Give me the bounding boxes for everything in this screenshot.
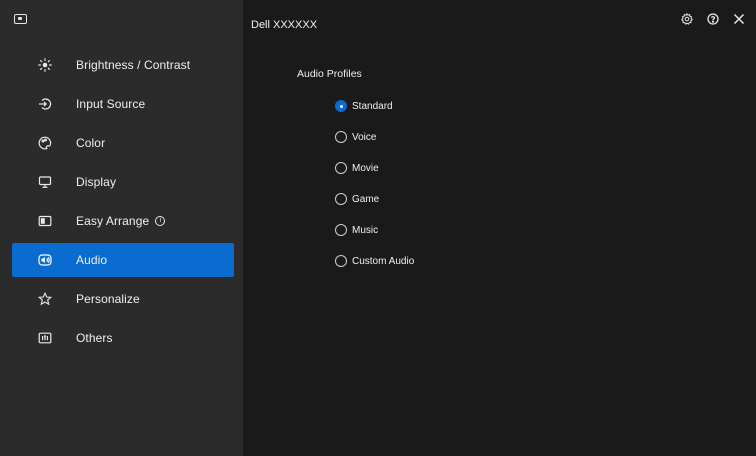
sidebar-item-input-source[interactable]: Input Source: [12, 87, 234, 121]
sidebar-item-label: Others: [76, 331, 113, 345]
radio-label: Music: [352, 224, 379, 236]
sidebar-item-brightness-contrast[interactable]: Brightness / Contrast: [12, 48, 234, 82]
radio-option-custom-audio[interactable]: Custom Audio: [335, 253, 414, 269]
sidebar-item-display[interactable]: Display: [12, 165, 234, 199]
radio-option-standard[interactable]: Standard: [335, 98, 414, 114]
easy-arrange-icon: [38, 214, 52, 228]
radio-button[interactable]: [335, 162, 347, 174]
sidebar-item-audio[interactable]: Audio: [12, 243, 234, 277]
radio-button[interactable]: [335, 100, 347, 112]
sidebar-item-label: Audio: [76, 253, 108, 267]
radio-label: Voice: [352, 131, 377, 143]
window-controls: [680, 12, 746, 26]
display-monitor-icon: [38, 175, 52, 189]
sidebar-item-label: Color: [76, 136, 106, 150]
others-icon: [38, 331, 52, 345]
radio-label: Game: [352, 193, 380, 205]
radio-label: Custom Audio: [352, 255, 415, 267]
radio-button[interactable]: [335, 131, 347, 143]
audio-profiles-label: Audio Profiles: [297, 68, 362, 80]
sidebar-header: [0, 0, 243, 38]
close-icon[interactable]: [732, 12, 746, 26]
window-title: Dell XXXXXX: [251, 19, 318, 31]
settings-gear-icon[interactable]: [680, 12, 694, 26]
color-palette-icon: [38, 136, 52, 150]
sun-icon: [38, 58, 52, 72]
radio-button[interactable]: [335, 255, 347, 267]
radio-label: Movie: [352, 162, 379, 174]
sidebar-item-label: Input Source: [76, 97, 146, 111]
radio-label: Standard: [352, 100, 393, 112]
sidebar-item-personalize[interactable]: Personalize: [12, 282, 234, 316]
input-source-icon: [38, 97, 52, 111]
radio-option-game[interactable]: Game: [335, 191, 414, 207]
main-panel: Dell XXXXXX Audio Profiles Standard Voic…: [243, 0, 756, 456]
radio-button[interactable]: [335, 224, 347, 236]
sidebar-item-label: Display: [76, 175, 117, 189]
sidebar-item-label: Brightness / Contrast: [76, 58, 191, 72]
sidebar-item-label: Personalize: [76, 292, 140, 306]
help-icon[interactable]: [706, 12, 720, 26]
sidebar: Brightness / Contrast Input Source Color…: [0, 0, 243, 456]
sidebar-nav: Brightness / Contrast Input Source Color…: [12, 48, 234, 360]
radio-option-movie[interactable]: Movie: [335, 160, 414, 176]
speaker-icon: [38, 253, 52, 267]
star-icon: [38, 292, 52, 306]
monitor-icon: [14, 14, 27, 24]
sidebar-item-color[interactable]: Color: [12, 126, 234, 160]
app-window: Brightness / Contrast Input Source Color…: [0, 0, 756, 456]
audio-profile-radio-group: Standard Voice Movie Game Music Custom A…: [335, 98, 414, 284]
radio-option-voice[interactable]: Voice: [335, 129, 414, 145]
radio-option-music[interactable]: Music: [335, 222, 414, 238]
sidebar-item-easy-arrange[interactable]: Easy Arrange i: [12, 204, 234, 238]
info-icon[interactable]: i: [155, 216, 166, 226]
sidebar-item-others[interactable]: Others: [12, 321, 234, 355]
radio-button[interactable]: [335, 193, 347, 205]
sidebar-item-label: Easy Arrange: [76, 214, 150, 228]
